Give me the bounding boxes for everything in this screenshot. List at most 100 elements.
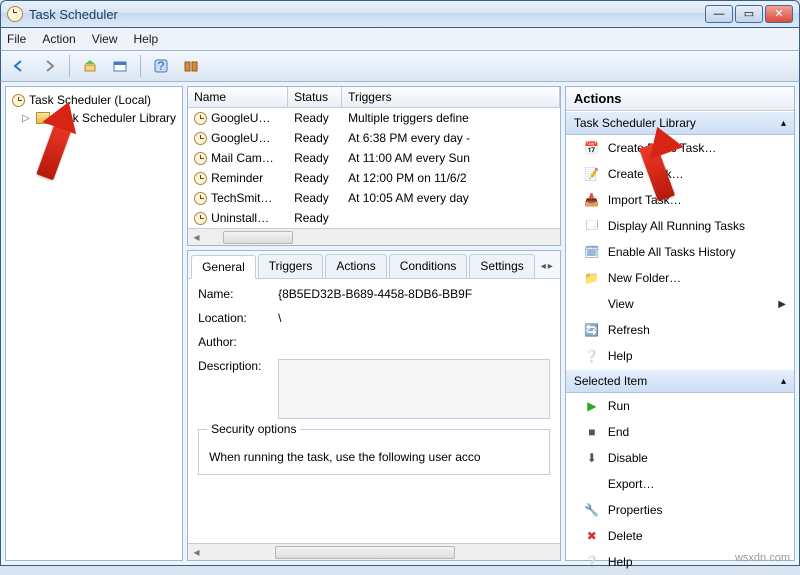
task-trigger: At 6:38 PM every day - <box>342 130 560 146</box>
action-export[interactable]: Export… <box>566 471 794 497</box>
action-icon: 📝 <box>584 166 600 182</box>
action-icon: 🗔 <box>584 218 600 234</box>
help-button[interactable]: ? <box>149 54 173 78</box>
tab-general[interactable]: General <box>191 255 256 279</box>
action-icon: ❔ <box>584 554 600 570</box>
task-name: Uninstall… <box>211 211 269 225</box>
action-label: Run <box>608 399 630 413</box>
tab-scroll-left[interactable]: ◂ <box>541 261 546 272</box>
task-icon <box>194 132 207 145</box>
tree-root[interactable]: Task Scheduler (Local) <box>8 91 180 109</box>
action-import-task[interactable]: 📥Import Task… <box>566 187 794 213</box>
table-row[interactable]: Reminder ReadyAt 12:00 PM on 11/6/2 <box>188 168 560 188</box>
tab-settings[interactable]: Settings <box>469 254 534 278</box>
action-label: Refresh <box>608 323 650 337</box>
svg-text:?: ? <box>158 59 165 73</box>
back-button[interactable] <box>7 54 31 78</box>
task-status: Ready <box>288 150 342 166</box>
col-triggers[interactable]: Triggers <box>342 87 560 107</box>
task-status: Ready <box>288 190 342 206</box>
action-enable-all-tasks-history[interactable]: 🗓 Enable All Tasks History <box>566 239 794 265</box>
action-label: End <box>608 425 629 439</box>
action-icon: 🔄 <box>584 322 600 338</box>
action-help[interactable]: ❔Help <box>566 343 794 369</box>
menubar: File Action View Help <box>0 28 800 50</box>
watermark: wsxdn.com <box>735 552 790 564</box>
action-icon: ✖ <box>584 528 600 544</box>
menu-help[interactable]: Help <box>134 32 159 46</box>
expand-icon[interactable]: ▷ <box>22 113 32 124</box>
task-trigger: At 12:00 PM on 11/6/2 <box>342 170 560 186</box>
action-run[interactable]: ▶Run <box>566 393 794 419</box>
author-label: Author: <box>198 335 278 349</box>
col-status[interactable]: Status <box>288 87 342 107</box>
task-status: Ready <box>288 130 342 146</box>
security-options-group: Security options When running the task, … <box>198 429 550 475</box>
toolbar: ? <box>0 50 800 82</box>
action-label: New Folder… <box>608 271 681 285</box>
action-label: Export… <box>608 477 655 491</box>
maximize-button[interactable]: ▭ <box>735 5 763 23</box>
table-row[interactable]: TechSmit…ReadyAt 10:05 AM every day <box>188 188 560 208</box>
task-icon <box>194 172 207 185</box>
menu-action[interactable]: Action <box>42 32 75 46</box>
action-new-folder[interactable]: 📁New Folder… <box>566 265 794 291</box>
action-end[interactable]: ■ End <box>566 419 794 445</box>
action-disable[interactable]: ⬇Disable <box>566 445 794 471</box>
tab-scroll-right[interactable]: ▸ <box>548 261 553 272</box>
tree-pane: Task Scheduler (Local) ▷ Task Scheduler … <box>5 86 183 561</box>
menu-file[interactable]: File <box>7 32 26 46</box>
action-label: Disable <box>608 451 648 465</box>
table-row[interactable]: Uninstall…Ready <box>188 208 560 228</box>
menu-view[interactable]: View <box>92 32 118 46</box>
action-icon <box>584 476 600 492</box>
action-refresh[interactable]: 🔄 Refresh <box>566 317 794 343</box>
scrollbar-thumb[interactable] <box>275 546 455 559</box>
task-name: Reminder <box>211 171 263 185</box>
table-row[interactable]: Mail Cam…ReadyAt 11:00 AM every Sun <box>188 148 560 168</box>
up-button[interactable] <box>78 54 102 78</box>
action-icon: ❔ <box>584 348 600 364</box>
tab-conditions[interactable]: Conditions <box>389 254 468 278</box>
table-row[interactable]: GoogleU…ReadyAt 6:38 PM every day - <box>188 128 560 148</box>
action-display-all-running-tasks[interactable]: 🗔Display All Running Tasks <box>566 213 794 239</box>
task-icon <box>194 192 207 205</box>
action-label: Enable All Tasks History <box>608 245 736 259</box>
action-icon: ■ <box>584 424 600 440</box>
task-icon <box>194 212 207 225</box>
tab-triggers[interactable]: Triggers <box>258 254 324 278</box>
task-name: Mail Cam… <box>211 151 274 165</box>
panel-toggle-button[interactable] <box>108 54 132 78</box>
collapse-icon[interactable]: ▴ <box>781 118 786 129</box>
app-icon <box>7 6 23 22</box>
collapse-icon[interactable]: ▴ <box>781 376 786 387</box>
location-label: Location: <box>198 311 278 325</box>
col-name[interactable]: Name <box>188 87 288 107</box>
task-name: GoogleU… <box>211 111 270 125</box>
action-delete[interactable]: ✖Delete <box>566 523 794 549</box>
scrollbar-thumb[interactable] <box>223 231 293 244</box>
forward-button[interactable] <box>37 54 61 78</box>
description-value <box>278 359 550 419</box>
table-row[interactable]: GoogleU…ReadyMultiple triggers define <box>188 108 560 128</box>
action-properties[interactable]: 🔧Properties <box>566 497 794 523</box>
tab-actions[interactable]: Actions <box>325 254 386 278</box>
actions-section-library[interactable]: Task Scheduler Library ▴ <box>566 111 794 135</box>
detail-horizontal-scrollbar[interactable]: ◂ <box>188 543 560 560</box>
task-name: TechSmit… <box>211 191 272 205</box>
window-title: Task Scheduler <box>29 7 118 22</box>
action-create-task[interactable]: 📝Create Task… <box>566 161 794 187</box>
action-icon: 🗓 <box>584 244 600 260</box>
actions-section-selected[interactable]: Selected Item ▴ <box>566 369 794 393</box>
close-button[interactable]: ✕ <box>765 5 793 23</box>
horizontal-scrollbar[interactable]: ◂ <box>188 228 560 245</box>
task-list-pane: Name Status Triggers GoogleU…ReadyMultip… <box>187 86 561 246</box>
action-view[interactable]: View▶ <box>566 291 794 317</box>
panes-button[interactable] <box>179 54 203 78</box>
task-status: Ready <box>288 170 342 186</box>
action-label: Help <box>608 555 633 569</box>
task-status: Ready <box>288 110 342 126</box>
minimize-button[interactable]: — <box>705 5 733 23</box>
action-icon: 📥 <box>584 192 600 208</box>
tree-item-library[interactable]: ▷ Task Scheduler Library <box>8 109 180 127</box>
